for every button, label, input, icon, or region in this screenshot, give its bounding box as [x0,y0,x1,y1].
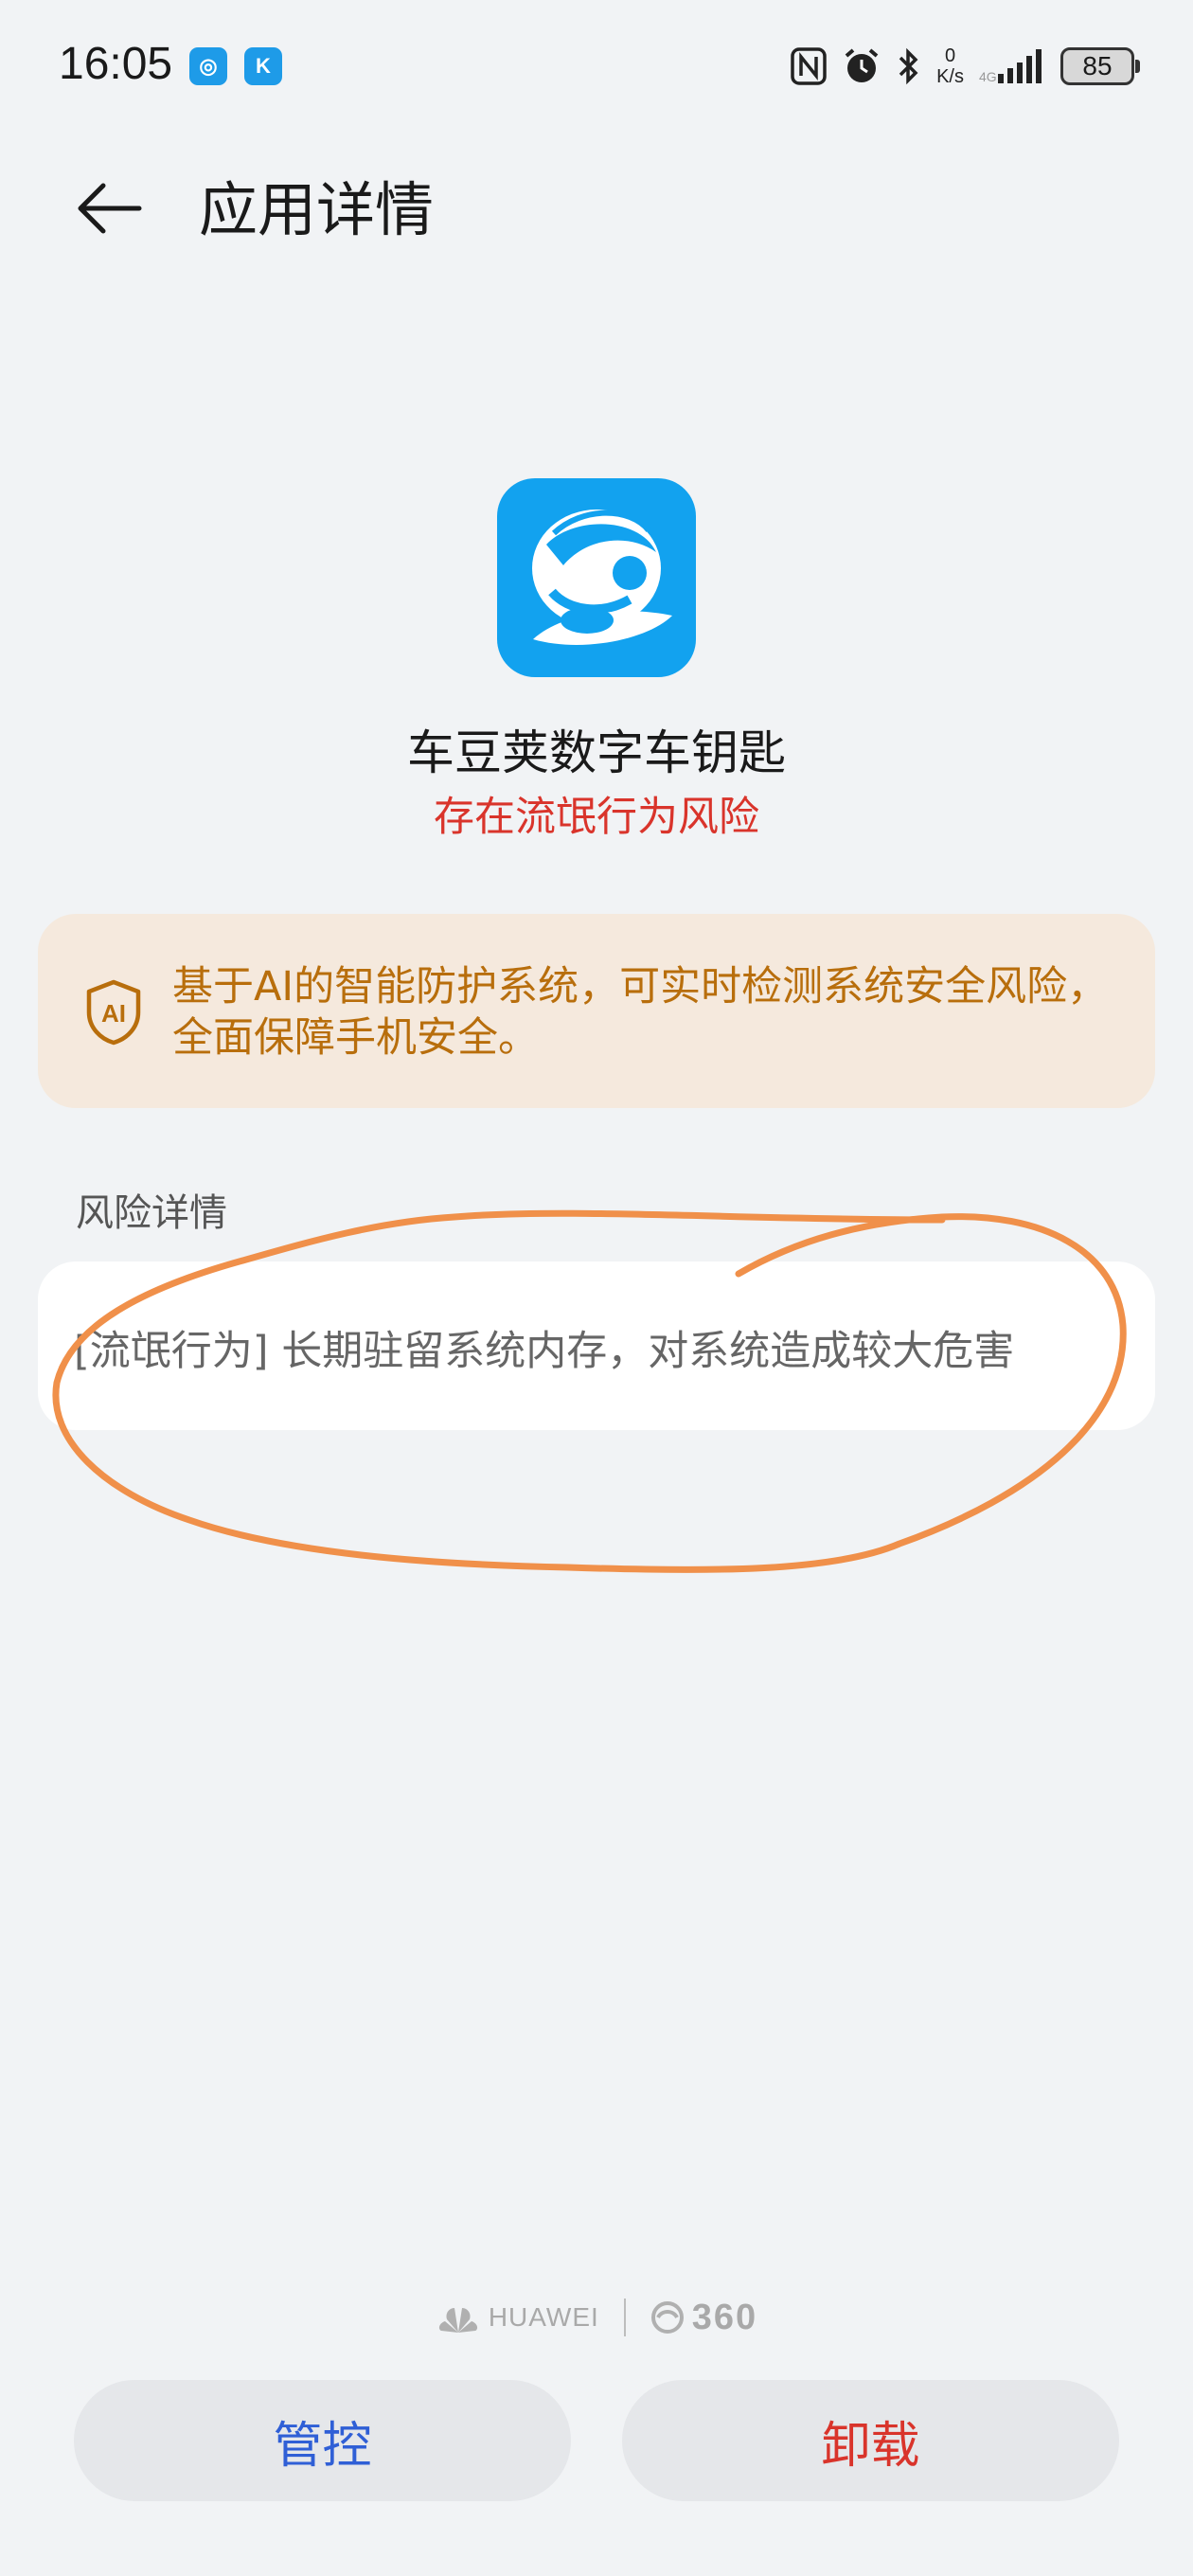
battery-level: 85 [1082,51,1113,80]
status-time: 16:05 [59,39,173,89]
app-name: 车豆荚数字车钥匙 [407,725,786,780]
app-notification-icon-2: K [244,47,282,85]
brand-row: HUAWEI 360 [0,2294,1193,2341]
uninstall-button[interactable]: 卸载 [622,2380,1119,2501]
risk-detail-text: [流氓行为] 长期驻留系统内存，对系统造成较大危害 [74,1328,1015,1375]
360-logo-icon [650,2301,684,2334]
huawei-logo-icon [438,2308,477,2333]
status-bar: 16:05 ◎ K 0 K/s 4G 85 [0,0,1193,137]
ai-shield-icon: AI [86,979,141,1046]
huawei-brand: HUAWEI [436,2300,599,2334]
svg-text:AI: AI [101,999,126,1028]
signal-icon: 4G [979,49,1042,84]
huawei-brand-text: HUAWEI [488,2302,599,2332]
status-icons: 0 K/s 4G 85 [791,43,1140,90]
nfc-icon [791,47,827,85]
app-details-screen: 16:05 ◎ K 0 K/s 4G 85 应用详情 车豆荚数字车钥匙 存在流氓… [0,0,1193,2576]
ai-banner-text: 基于AI的智能防护系统，可实时检测系统安全风险，全面保障手机安全。 [172,963,1109,1062]
network-speed-value: 0 [944,45,956,66]
bluetooth-icon [899,47,918,85]
risk-status-label: 存在流氓行为风险 [434,794,759,841]
car-key-app-icon [497,478,696,677]
brand-divider [623,2299,626,2336]
battery-icon: 85 [1060,47,1140,85]
risk-details-label: 风险详情 [76,1191,227,1235]
back-button[interactable] [66,170,151,246]
control-button[interactable]: 管控 [74,2380,571,2501]
brand-360-text: 360 [691,2297,758,2337]
risk-detail-card: [流氓行为] 长期驻留系统内存，对系统造成较大危害 [38,1261,1155,1430]
alarm-icon [845,48,879,82]
brand-360: 360 [650,2298,757,2338]
network-speed-unit: K/s [936,66,964,87]
back-arrow-icon [78,183,142,234]
ai-protection-banner: AI 基于AI的智能防护系统，可实时检测系统安全风险，全面保障手机安全。 [38,914,1155,1108]
svg-text:4G: 4G [979,69,997,84]
page-title: 应用详情 [199,175,435,244]
network-speed: 0 K/s [936,45,964,87]
app-notification-icon-1: ◎ [189,47,227,85]
